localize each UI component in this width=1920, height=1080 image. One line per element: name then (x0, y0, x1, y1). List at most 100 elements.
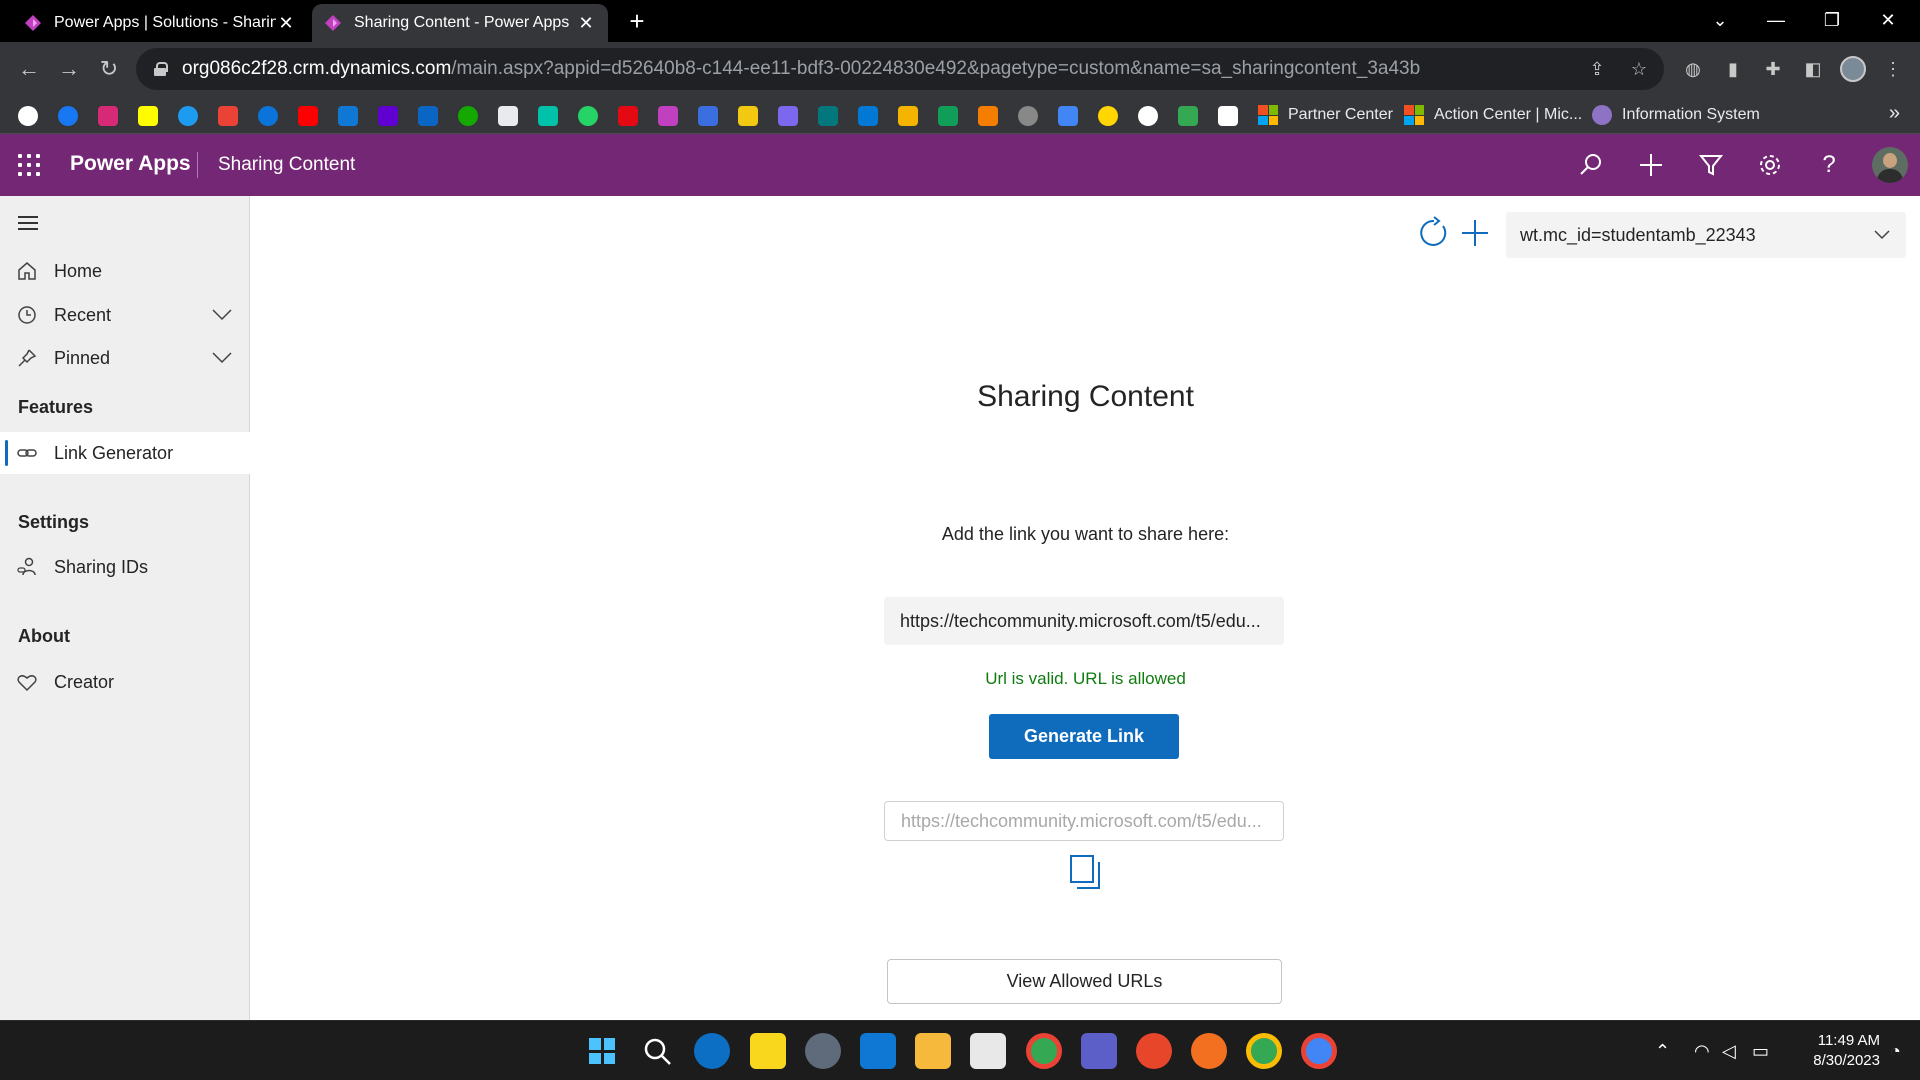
outlook-app-icon[interactable] (860, 1033, 896, 1069)
azure-icon[interactable] (858, 106, 878, 126)
sticky-notes-icon[interactable] (750, 1033, 786, 1069)
chrome-canary-icon[interactable] (1301, 1033, 1337, 1069)
sidebar-item-pinned[interactable]: Pinned (0, 337, 250, 379)
back-icon[interactable]: ← (14, 54, 44, 84)
hamburger-icon[interactable] (18, 216, 38, 230)
layers-icon[interactable] (778, 106, 798, 126)
avatar-bookmark-icon[interactable] (1018, 106, 1038, 126)
notification-icon[interactable]: ◔ (1890, 1041, 1901, 1062)
power-automate-icon[interactable] (698, 106, 718, 126)
twitter-icon[interactable] (178, 106, 198, 126)
menu-icon[interactable]: ⋮ (1880, 56, 1906, 82)
search-icon[interactable] (1576, 150, 1606, 180)
close-window-icon[interactable]: ✕ (1860, 0, 1916, 42)
add-icon[interactable] (1636, 150, 1666, 180)
battery-icon[interactable]: ▭ (1752, 1041, 1769, 1062)
instagram-icon[interactable] (98, 106, 118, 126)
generate-link-button[interactable]: Generate Link (989, 714, 1179, 759)
power-bi-icon[interactable] (738, 106, 758, 126)
s-icon[interactable] (1218, 106, 1238, 126)
reload-icon[interactable]: ↻ (94, 54, 124, 84)
puzzle-icon[interactable]: ✚ (1760, 56, 1786, 82)
view-allowed-urls-button[interactable]: View Allowed URLs (887, 959, 1282, 1004)
file-explorer-icon[interactable] (915, 1033, 951, 1069)
power-apps-bookmark-icon[interactable] (658, 106, 678, 126)
chrome-icon[interactable] (1026, 1033, 1062, 1069)
outlook-icon[interactable] (338, 106, 358, 126)
news-icon[interactable] (498, 106, 518, 126)
remote-desktop-icon[interactable] (1136, 1033, 1172, 1069)
new-tab-button[interactable]: + (622, 6, 652, 36)
edge-icon[interactable] (694, 1033, 730, 1069)
sharepoint-icon[interactable] (818, 106, 838, 126)
extension-icon[interactable]: ▮ (1720, 56, 1746, 82)
link-input[interactable] (884, 597, 1284, 645)
teams-icon[interactable] (1081, 1033, 1117, 1069)
settings-app-icon[interactable] (805, 1033, 841, 1069)
bookmark-information-system[interactable]: Information System (1592, 104, 1760, 126)
app-name[interactable]: Power Apps (70, 152, 191, 176)
blogger-icon[interactable] (978, 106, 998, 126)
globe-extension-icon[interactable]: ◍ (1680, 56, 1706, 82)
user-avatar[interactable] (1872, 147, 1908, 183)
bookmark-partner-center[interactable]: Partner Center (1258, 104, 1393, 126)
help-icon[interactable]: ? (1814, 150, 1844, 180)
app-launcher-icon[interactable] (18, 154, 40, 176)
add-icon[interactable] (1458, 216, 1492, 250)
generated-link-field[interactable] (884, 801, 1284, 841)
yahoo-icon[interactable] (378, 106, 398, 126)
minimize-icon[interactable]: — (1748, 0, 1804, 42)
sidebar-item-link-generator[interactable]: Link Generator (0, 432, 250, 474)
forward-icon[interactable]: → (54, 54, 84, 84)
kaggle-icon[interactable] (1178, 106, 1198, 126)
chrome-profile-icon[interactable] (1246, 1033, 1282, 1069)
wifi-icon[interactable]: ◠ (1694, 1041, 1710, 1062)
system-clock[interactable]: 11:49 AM 8/30/2023 (1780, 1031, 1880, 1071)
netflix-icon[interactable] (618, 106, 638, 126)
classroom-icon[interactable] (938, 106, 958, 126)
whatsapp-icon[interactable] (578, 106, 598, 126)
compass-app-icon[interactable] (1191, 1033, 1227, 1069)
close-icon[interactable]: ✕ (276, 13, 296, 34)
chevron-down-icon[interactable] (210, 345, 234, 369)
google-icon[interactable] (18, 106, 38, 126)
restore-icon[interactable]: ❐ (1804, 0, 1860, 42)
share-icon[interactable]: ⇪ (1587, 59, 1607, 79)
volume-icon[interactable]: ◁ (1722, 1041, 1736, 1062)
sidebar-item-home[interactable]: Home (0, 250, 250, 292)
refresh-icon[interactable] (1417, 216, 1451, 250)
github-icon[interactable] (1138, 106, 1158, 126)
facebook-icon[interactable] (58, 106, 78, 126)
gear-icon[interactable] (1755, 150, 1785, 180)
filter-icon[interactable] (1696, 150, 1726, 180)
close-icon[interactable]: ✕ (576, 13, 596, 34)
copy-icon[interactable] (1069, 854, 1101, 890)
youtube-icon[interactable] (298, 106, 318, 126)
sidebar-item-sharing-ids[interactable]: Sharing IDs (0, 546, 250, 588)
windows-start-icon[interactable] (584, 1033, 620, 1069)
ok-icon[interactable] (538, 106, 558, 126)
onedrive-icon[interactable] (258, 106, 278, 126)
address-bar[interactable]: org086c2f28.crm.dynamics.com/main.aspx?a… (136, 48, 1664, 90)
pencil-icon[interactable] (1058, 106, 1078, 126)
sidebar-item-creator[interactable]: Creator (0, 661, 250, 703)
profile-avatar[interactable] (1840, 56, 1866, 82)
coin-icon[interactable] (1098, 106, 1118, 126)
bookmark-action-center[interactable]: Action Center | Mic... (1404, 104, 1582, 126)
chevron-down-icon[interactable] (210, 302, 234, 326)
snapchat-icon[interactable] (138, 106, 158, 126)
browser-tab-sharing-content[interactable]: Sharing Content - Power Apps ✕ (312, 4, 608, 42)
side-panel-icon[interactable]: ◧ (1800, 56, 1826, 82)
upwork-icon[interactable] (458, 106, 478, 126)
tracking-id-dropdown[interactable]: wt.mc_id=studentamb_22343 (1506, 212, 1906, 258)
tab-search-icon[interactable]: ⌄ (1692, 0, 1748, 42)
sidebar-item-recent[interactable]: Recent (0, 294, 250, 336)
google-g-icon[interactable] (898, 106, 918, 126)
star-icon[interactable]: ☆ (1629, 59, 1649, 79)
search-icon[interactable] (639, 1033, 675, 1069)
store-icon[interactable] (970, 1033, 1006, 1069)
more-bookmarks-icon[interactable]: » (1889, 102, 1900, 125)
chevron-up-icon[interactable]: ⌃ (1655, 1041, 1670, 1062)
gmail-icon[interactable] (218, 106, 238, 126)
browser-tab-solutions[interactable]: Power Apps | Solutions - Sharing ✕ (12, 4, 308, 42)
